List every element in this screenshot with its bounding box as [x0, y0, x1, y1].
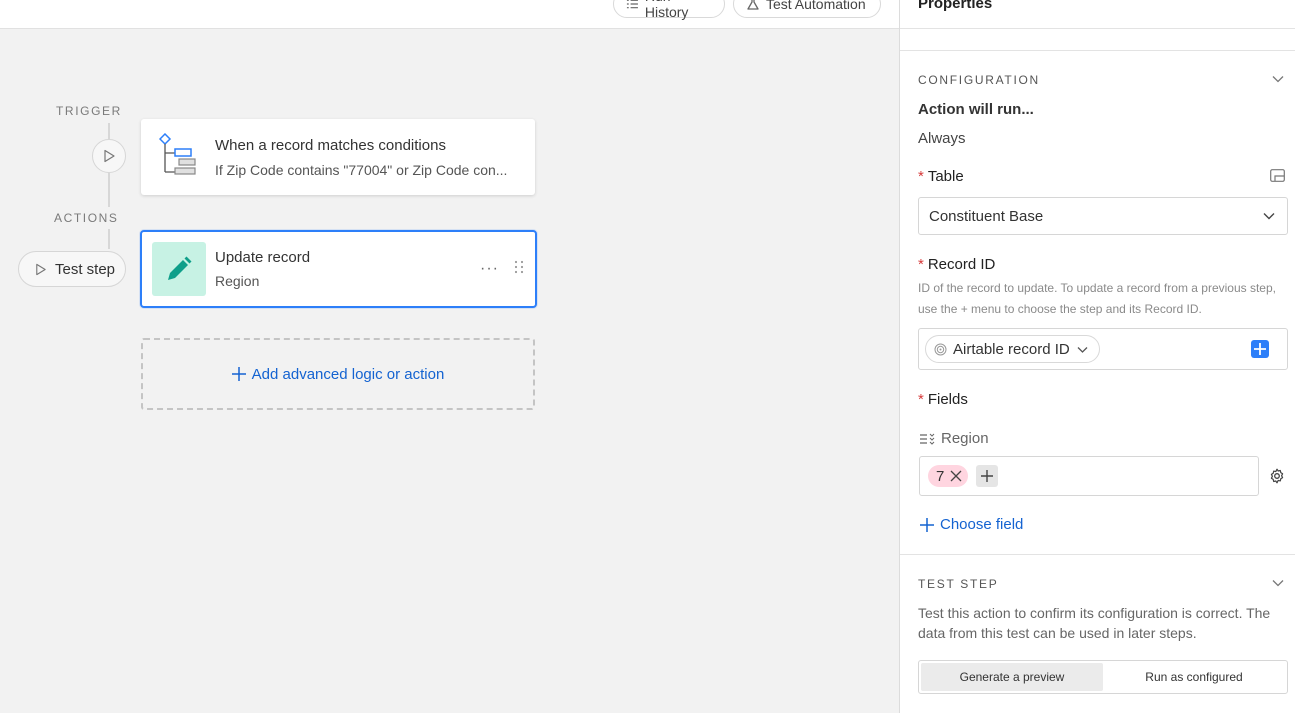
- plus-icon: [231, 367, 246, 381]
- pencil-icon: [168, 256, 192, 280]
- region-field-name: Region: [941, 430, 989, 447]
- test-automation-button[interactable]: Test Automation: [733, 0, 881, 18]
- remove-tag-icon[interactable]: [950, 470, 962, 482]
- test-mode-toggle: Generate a preview Run as configured: [918, 660, 1288, 694]
- connector-line: [108, 123, 110, 139]
- add-logic-or-action-button[interactable]: Add advanced logic or action: [141, 338, 535, 410]
- test-trigger-button[interactable]: [92, 139, 126, 173]
- play-icon: [104, 149, 115, 163]
- trigger-card[interactable]: When a record matches conditions If Zip …: [141, 119, 535, 195]
- required-mark: *: [918, 168, 924, 185]
- table-field-label: * Table: [918, 168, 964, 185]
- test-step-label: Test step: [55, 260, 116, 278]
- divider: [900, 50, 1295, 51]
- gear-icon[interactable]: [1269, 468, 1285, 484]
- record-id-field-label: * Record ID: [918, 256, 995, 273]
- chevron-down-icon: [1263, 213, 1275, 220]
- connector-line: [108, 229, 110, 249]
- table-select[interactable]: Constituent Base: [918, 197, 1288, 235]
- region-field-header: Region: [920, 430, 989, 447]
- run-as-configured-tab[interactable]: Run as configured: [1103, 663, 1285, 691]
- record-id-label: Record ID: [927, 256, 996, 273]
- generate-preview-tab[interactable]: Generate a preview: [921, 663, 1103, 691]
- conditions-icon: [159, 133, 196, 175]
- chevron-down-icon: [1077, 346, 1088, 353]
- multiselect-field-icon: [920, 433, 935, 445]
- insert-token-button[interactable]: [1251, 340, 1269, 358]
- panel-title: Properties: [918, 0, 993, 12]
- test-step-description: Test this action to confirm its configur…: [918, 605, 1271, 641]
- connector-line: [108, 173, 110, 207]
- test-step-button[interactable]: Test step: [18, 251, 126, 287]
- run-history-label: Run History: [644, 0, 689, 20]
- add-option-button[interactable]: [976, 465, 998, 487]
- properties-panel: Properties CONFIGURATION Action will run…: [899, 0, 1295, 713]
- action-subtitle: Region: [215, 273, 260, 289]
- run-condition-label: Action will run...: [918, 101, 1034, 118]
- test-step-heading: TEST STEP: [918, 577, 999, 591]
- update-record-card[interactable]: Update record Region ···: [140, 230, 537, 308]
- chevron-down-icon[interactable]: [1272, 579, 1284, 587]
- flask-icon: [747, 0, 759, 10]
- record-id-hint: ID of the record to update. To update a …: [918, 281, 1276, 316]
- region-field-input[interactable]: 7: [919, 456, 1259, 496]
- drag-handle-icon[interactable]: [514, 260, 524, 274]
- plus-icon: [1254, 343, 1266, 355]
- pencil-icon-tile: [152, 242, 206, 296]
- choose-field-button[interactable]: Choose field: [920, 516, 1023, 533]
- play-icon: [36, 263, 46, 275]
- fields-label: Fields: [927, 391, 968, 408]
- record-id-token-label: Airtable record ID: [953, 340, 1070, 358]
- table-label: Table: [927, 168, 964, 185]
- expand-panel-icon[interactable]: [1270, 169, 1285, 182]
- list-check-icon: [626, 0, 638, 9]
- run-condition-value: Always: [918, 130, 966, 147]
- test-automation-label: Test Automation: [766, 0, 866, 12]
- plus-icon: [920, 517, 934, 532]
- plus-icon: [981, 470, 993, 482]
- region-value-tag: 7: [928, 465, 969, 487]
- divider: [900, 554, 1295, 555]
- run-history-button[interactable]: Run History: [613, 0, 725, 20]
- trigger-section-label: TRIGGER: [56, 104, 122, 118]
- top-toolbar: Run History Test Automation: [0, 0, 899, 29]
- chevron-down-icon[interactable]: [1272, 75, 1284, 83]
- fields-field-label: * Fields: [918, 391, 968, 408]
- required-mark: *: [918, 391, 924, 408]
- trigger-title: When a record matches conditions: [215, 137, 446, 154]
- configuration-heading: CONFIGURATION: [918, 73, 1040, 87]
- region-value: 7: [936, 467, 945, 485]
- choose-field-label: Choose field: [940, 516, 1024, 533]
- trigger-subtitle: If Zip Code contains "77004" or Zip Code…: [215, 162, 508, 178]
- add-action-label: Add advanced logic or action: [251, 365, 445, 383]
- record-id-input[interactable]: Airtable record ID: [918, 328, 1288, 370]
- table-select-value: Constituent Base: [929, 207, 1044, 225]
- action-title: Update record: [215, 249, 311, 266]
- more-options-icon[interactable]: ···: [480, 260, 499, 278]
- actions-section-label: ACTIONS: [54, 211, 119, 225]
- required-mark: *: [918, 256, 924, 273]
- divider: [900, 28, 1295, 29]
- record-id-token[interactable]: Airtable record ID: [925, 335, 1100, 363]
- automation-canvas: TRIGGER ACTIONS Test step When a record …: [0, 29, 899, 713]
- fingerprint-icon: [934, 343, 947, 355]
